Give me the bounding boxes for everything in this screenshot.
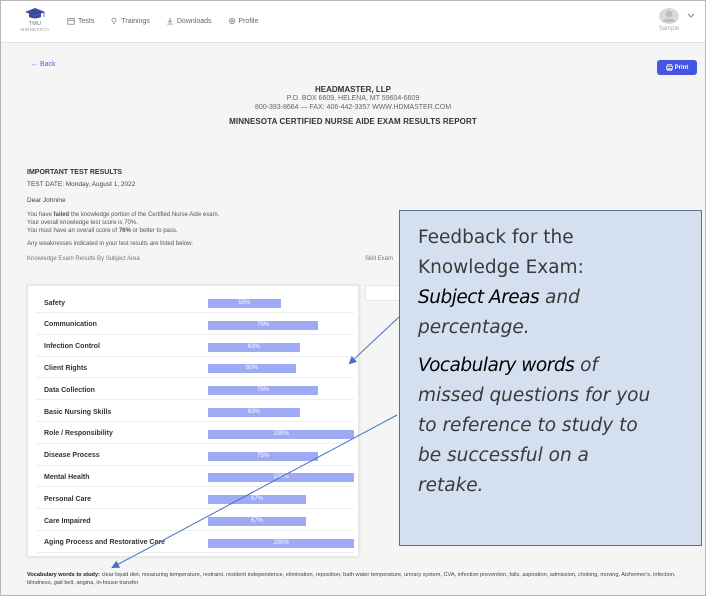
- knowledge-results-table: Safety 50% Communication 75% Infection Contr…: [27, 285, 359, 557]
- calendar-icon: [67, 18, 75, 25]
- callout-line-5: Vocabulary words of: [418, 355, 598, 376]
- subject-percent-bar: 75%: [208, 320, 318, 330]
- pass-line: You must have an overall score of 76% or…: [27, 228, 178, 234]
- table-row: Basic Nursing Skills 63%: [36, 403, 354, 422]
- print-button[interactable]: Print: [657, 60, 697, 75]
- callout-line-1: Feedback for the: [418, 227, 574, 248]
- subject-percent-bar: 100%: [208, 473, 354, 483]
- test-date: TEST DATE: Monday, August 1, 2022: [27, 181, 136, 188]
- subject-name: Client Rights: [44, 364, 88, 372]
- table-row: Role / Responsibility 100%: [36, 425, 354, 444]
- logo-subtext: MINNESOTA: [20, 27, 50, 32]
- callout-line-3: Subject Areas and: [418, 287, 580, 308]
- company-contact: 800-393-8664 — FAX: 406-442-3357 WWW.HDM…: [254, 104, 452, 111]
- subject-name: Data Collection: [44, 386, 95, 394]
- nav-links: Tests Trainings Downloads Profile: [67, 17, 258, 25]
- graduation-cap-icon: [25, 8, 45, 19]
- table-row: Infection Control 63%: [36, 338, 354, 357]
- back-link[interactable]: ← Back: [31, 61, 56, 68]
- nav-downloads-label: Downloads: [176, 17, 212, 25]
- failed-word: failed: [53, 212, 70, 218]
- subject-name: Communication: [44, 321, 97, 329]
- subject-name: Basic Nursing Skills: [44, 408, 112, 416]
- table-row: Disease Process 75%: [36, 447, 354, 466]
- callout-line-2: Knowledge Exam:: [418, 257, 584, 278]
- table-row: Data Collection 75%: [36, 381, 354, 401]
- download-icon: [167, 17, 173, 25]
- subject-percent-bar: 67%: [208, 517, 306, 526]
- nav-profile[interactable]: Profile: [228, 17, 259, 25]
- callout-subject-areas: Subject Areas: [418, 287, 540, 308]
- subject-name: Personal Care: [44, 495, 92, 503]
- callout-line-9: retake.: [418, 475, 484, 496]
- callout-line-4: percentage.: [418, 317, 530, 338]
- table-row: Mental Health 100%: [36, 468, 354, 488]
- subject-percent-bar: 100%: [208, 429, 354, 439]
- back-label: Back: [40, 61, 56, 68]
- score-line: Your overall knowledge test score is 70%…: [27, 220, 138, 226]
- app-frame: TMU MINNESOTA Tests Trainings Downloads …: [0, 0, 706, 596]
- vocab-label: Vocabulary words to study:: [27, 572, 100, 578]
- subject-name: Care Impaired: [44, 517, 91, 525]
- subject-name: Disease Process: [44, 452, 100, 460]
- subject-name: Role / Responsibility: [44, 430, 113, 438]
- nav-trainings[interactable]: Trainings: [110, 17, 150, 25]
- table-row: Personal Care 67%: [36, 490, 354, 510]
- table-row: Care Impaired 67%: [36, 512, 354, 531]
- knowledge-section-label: Knowledge Exam Results By Subject Area: [27, 256, 140, 262]
- subject-percent-bar: 75%: [208, 451, 318, 461]
- logo[interactable]: TMU MINNESOTA: [15, 7, 55, 39]
- company-name: HEADMASTER, LLP: [315, 85, 391, 94]
- callout-line-6: missed questions for you: [418, 385, 651, 406]
- important-heading: IMPORTANT TEST RESULTS: [27, 169, 123, 176]
- callout-line-8: be successful on a: [418, 445, 589, 466]
- callout-vocabulary-words: Vocabulary words: [418, 355, 575, 376]
- report-header: HEADMASTER, LLP P.O. BOX 6609, HELENA, M…: [1, 85, 705, 126]
- nav-tests-label: Tests: [78, 17, 95, 25]
- nav-downloads[interactable]: Downloads: [166, 17, 212, 25]
- subject-percent-bar: 75%: [208, 386, 318, 396]
- pass-score: 76%: [118, 228, 131, 234]
- feedback-callout: Feedback for the Knowledge Exam: Subject…: [399, 210, 702, 546]
- subject-percent-bar: 63%: [208, 342, 300, 352]
- table-row: Communication 75%: [36, 316, 354, 335]
- top-nav: TMU MINNESOTA Tests Trainings Downloads …: [1, 1, 705, 43]
- chevron-down-icon: [687, 13, 695, 18]
- subject-percent-bar: 50%: [208, 299, 281, 308]
- table-row: Aging Process and Restorative Care 100%: [36, 534, 354, 553]
- skill-section-label: Skill Exam: [365, 256, 394, 262]
- callout-line-7: to reference to study to: [418, 415, 638, 436]
- user-menu[interactable]: Sample: [647, 7, 695, 32]
- subject-percent-bar: 63%: [208, 408, 300, 417]
- subject-name: Aging Process and Restorative Care: [44, 539, 165, 547]
- nav-tests[interactable]: Tests: [67, 17, 94, 25]
- lightbulb-icon: [111, 17, 117, 24]
- vocab-list: clear liquid diet, measuring temperature…: [27, 572, 676, 586]
- subject-name: Safety: [44, 299, 66, 307]
- subject-name: Infection Control: [44, 343, 100, 351]
- user-name: Sample: [658, 26, 680, 32]
- subject-percent-bar: 60%: [208, 364, 296, 374]
- subject-percent-bar: 100%: [208, 538, 354, 548]
- weakness-note: Any weaknesses indicated in your test re…: [27, 241, 194, 247]
- vocabulary-words: Vocabulary words to study: clear liquid …: [27, 571, 697, 587]
- table-row: Client Rights 60%: [36, 359, 354, 379]
- greeting: Dear Johnine: [27, 197, 66, 204]
- report-title: MINNESOTA CERTIFIED NURSE AIDE EXAM RESU…: [229, 117, 477, 126]
- print-label: Print: [674, 64, 689, 71]
- printer-icon: [665, 64, 673, 71]
- nav-profile-label: Profile: [238, 17, 259, 25]
- gear-icon: [228, 17, 235, 25]
- arrow-left-icon: ←: [31, 61, 38, 68]
- subject-percent-bar: 67%: [208, 495, 306, 505]
- company-address: P.O. BOX 6609, HELENA, MT 59604-6609: [286, 95, 420, 102]
- table-row: Safety 50%: [36, 294, 354, 313]
- avatar-icon: [659, 8, 679, 24]
- subject-name: Mental Health: [44, 473, 90, 481]
- failed-line: You have failed the knowledge portion of…: [27, 212, 220, 218]
- nav-trainings-label: Trainings: [121, 17, 150, 25]
